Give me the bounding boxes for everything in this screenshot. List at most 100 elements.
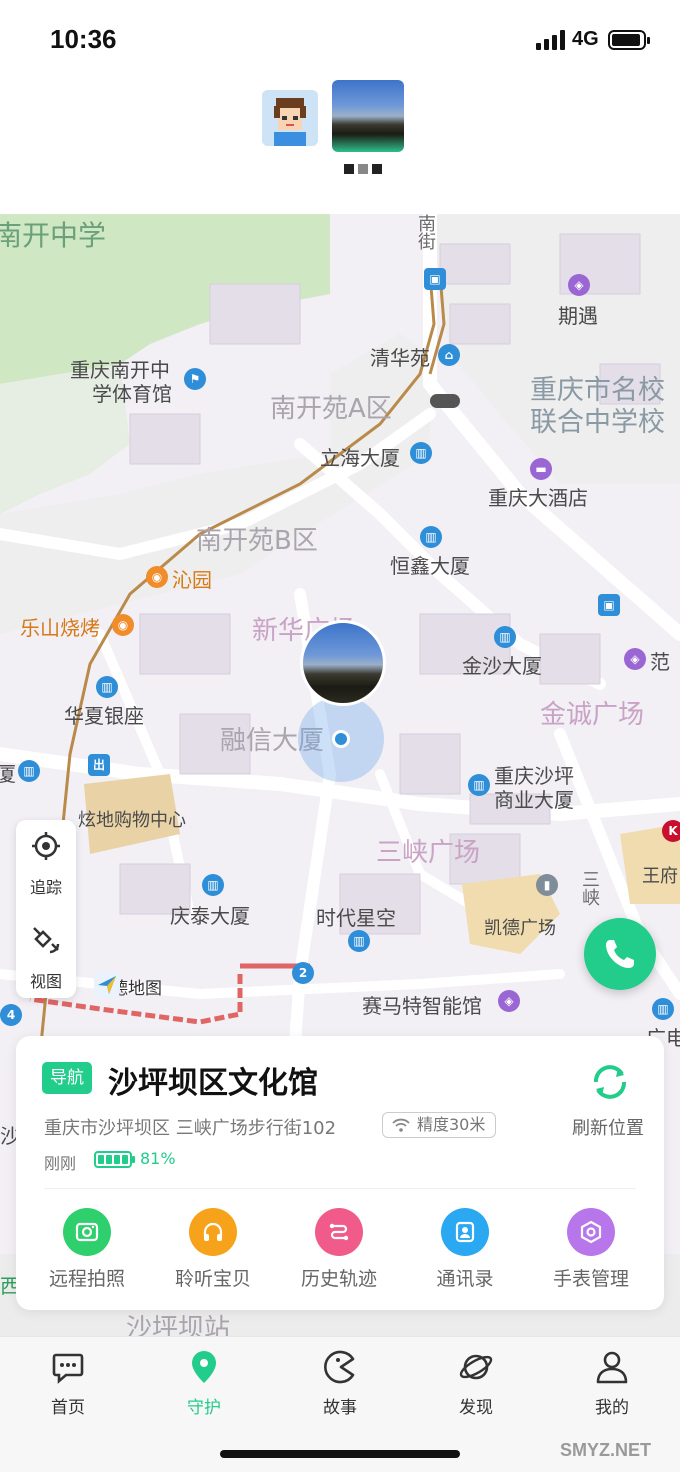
location-dot [332,730,350,748]
shopping-icon: ◈ [498,990,520,1012]
child-avatar[interactable] [262,90,318,146]
map-label-mingxiao-2: 联合中学校 [530,407,665,438]
tab-story[interactable]: 故事 [272,1337,408,1433]
chat-icon [52,1353,84,1384]
map-label-shapingba-commercial-2: 商业大厦 [494,788,574,812]
map-label-saimate: 赛马特智能馆 [362,994,482,1018]
battery-icon [608,30,650,50]
crosshair-icon [32,832,60,860]
bus-icon: ▣ [424,268,446,290]
building-icon: ▥ [494,626,516,648]
metro-line-badge: 4 [0,1004,22,1026]
building-icon: ▥ [468,774,490,796]
refresh-icon[interactable] [586,1058,634,1106]
watch-avatar[interactable] [332,80,404,152]
track-label: 追踪 [29,878,62,897]
person-icon [596,1351,628,1384]
building-icon: ▥ [652,998,674,1020]
map-control-panel: 追踪 视图 [16,820,76,998]
building-icon: ▥ [410,442,432,464]
map-label-jincheng-plaza: 金诚广场 [540,700,645,730]
tab-home[interactable]: 首页 [0,1337,136,1433]
sports-icon: ⚑ [184,368,206,390]
track-button[interactable]: 追踪 [16,820,76,900]
view-button[interactable]: 视图 [16,914,76,994]
route-icon [315,1208,363,1256]
map-label-nankai-stadium-2: 学体育馆 [92,382,172,406]
map-label-fan: 范 [650,650,670,674]
map-label-wangfu: 王府 [642,866,678,887]
planet-icon [459,1354,493,1380]
phone-icon [606,940,634,968]
map-label-chongqing-hotel: 重庆大酒店 [488,486,588,510]
place-name: 沙坪坝区文化馆 [108,1066,318,1101]
map-label-qinyuan: 沁园 [172,568,212,592]
navigate-button[interactable]: 导航 [42,1062,92,1094]
food-icon: ◉ [146,566,168,588]
contacts-button[interactable]: 通讯录 [410,1204,520,1294]
bus-icon: ▣ [598,594,620,616]
map-label-nankaiyuan-a: 南开苑A区 [270,394,392,424]
listen-button[interactable]: 聆听宝贝 [158,1204,268,1294]
map-label-huaxia-bank: 华夏银座 [64,704,144,728]
shopping-icon: ◈ [568,274,590,296]
status-bar: 10:36 4G [0,0,680,80]
shopping-icon: ◈ [624,648,646,670]
map-label-nankai-school: 南开中学 [0,219,107,252]
accuracy-badge: 精度30米 [382,1112,497,1138]
header [0,80,680,214]
status-time: 10:36 [50,24,117,54]
history-track-label: 历史轨迹 [300,1268,377,1290]
wifi-icon [392,1118,410,1132]
food-icon: ◉ [112,614,134,636]
tab-me[interactable]: 我的 [544,1337,680,1433]
updated-time: 刚刚 [44,1154,77,1173]
location-pin-icon [192,1351,216,1383]
map-label-qingtai: 庆泰大厦 [170,904,250,928]
headphones-icon [189,1208,237,1256]
map-label-jinsha: 金沙大厦 [462,654,542,678]
map-label-kaide-plaza: 凯德广场 [484,918,556,939]
remote-photo-button[interactable]: 远程拍照 [32,1204,142,1294]
watch-settings-button[interactable]: 手表管理 [536,1204,646,1294]
call-button[interactable] [584,918,656,990]
tab-story-label: 故事 [323,1398,357,1418]
watch-location-avatar[interactable] [300,620,386,706]
settings-hex-icon [567,1208,615,1256]
tab-me-label: 我的 [595,1398,629,1418]
tab-discover-label: 发现 [459,1398,493,1418]
map-label-xia: 厦 [0,762,16,786]
map-label-shidai-star: 时代星空 [316,906,396,930]
kfc-icon: K [662,820,680,842]
bank-icon: ▥ [96,676,118,698]
pacman-icon [324,1350,355,1384]
building-icon: ▥ [202,874,224,896]
watch-settings-label: 手表管理 [552,1268,629,1290]
listen-label: 聆听宝贝 [174,1268,251,1290]
watch-battery-icon [94,1151,135,1168]
residential-icon: ⌂ [438,344,460,366]
map-label-xuandi: 炫地购物中心 [78,810,186,831]
location-card: 导航 沙坪坝区文化馆 刷新位置 重庆市沙坪坝区 三峡广场步行街102 精度30米… [16,1036,664,1310]
building-icon: ▥ [348,930,370,952]
map-label-sanxia-street: 三峡 [579,870,600,906]
exit-icon: 出 [88,754,110,776]
map-label-qinghuayuan: 清华苑 [370,346,430,370]
map-label-lihai: 立海大厦 [320,446,400,470]
tab-discover[interactable]: 发现 [408,1337,544,1433]
refresh-location-button[interactable]: 刷新位置 [572,1114,644,1140]
home-indicator [220,1450,460,1458]
device-name-pixelated [344,164,390,184]
satellite-icon [33,927,60,954]
history-track-button[interactable]: 历史轨迹 [284,1204,394,1294]
network-type: 4G [572,28,599,50]
amap-logo: 高德地图 [94,972,162,1000]
contacts-icon [441,1208,489,1256]
map-label-leshan-bbq: 乐山烧烤 [20,616,100,640]
tab-guard[interactable]: 守护 [136,1337,272,1433]
remote-photo-label: 远程拍照 [48,1268,125,1290]
cell-signal-icon [536,30,566,50]
amap-arrow-icon [94,972,120,998]
building-icon: ▥ [420,526,442,548]
address-text: 重庆市沙坪坝区 三峡广场步行街102 [44,1118,337,1139]
